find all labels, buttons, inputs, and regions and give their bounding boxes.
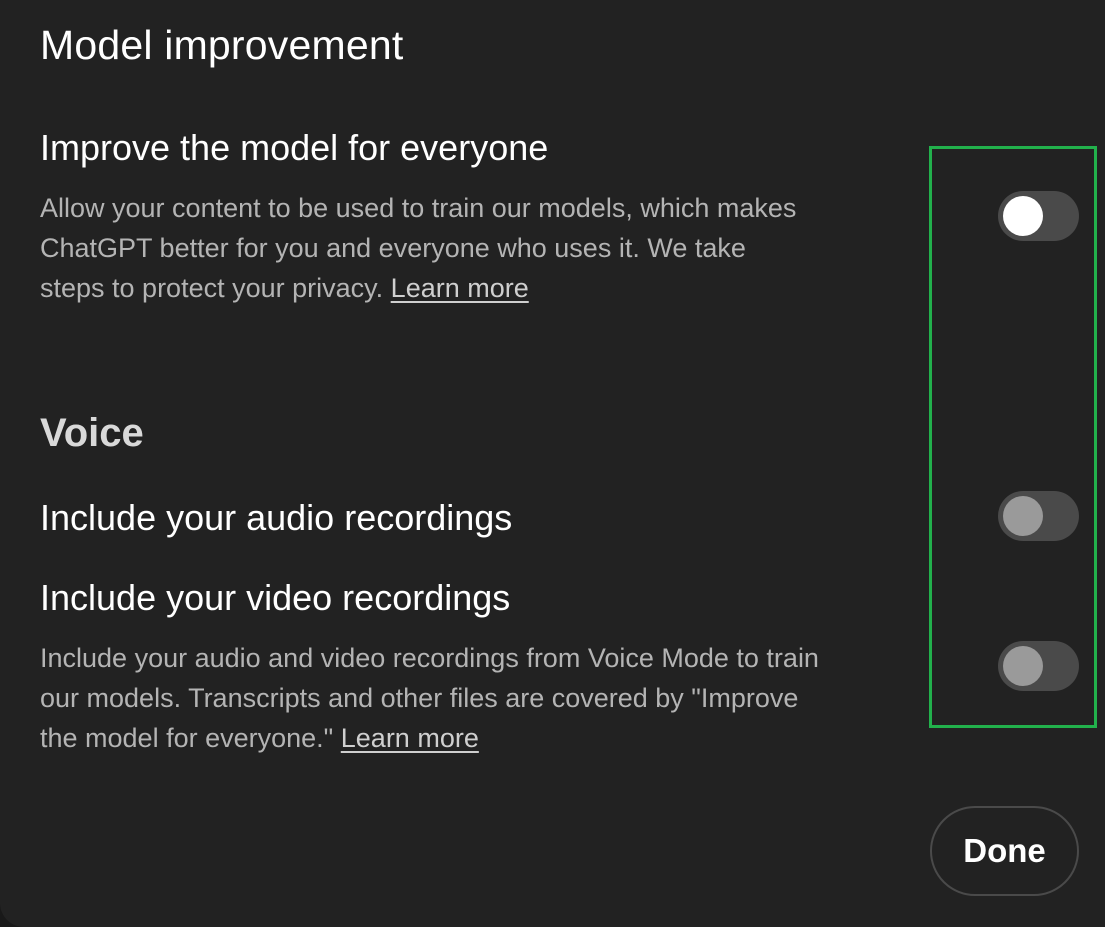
video-recordings-toggle[interactable] [998,641,1079,691]
dialog-title: Model improvement [40,22,404,68]
improve-model-title: Improve the model for everyone [40,127,549,168]
improve-model-toggle[interactable] [998,191,1079,241]
improve-model-description: Allow your content to be used to train o… [40,188,810,308]
audio-recordings-toggle[interactable] [998,491,1079,541]
done-button[interactable]: Done [930,806,1079,896]
model-improvement-dialog: Model improvement Improve the model for … [0,0,1105,927]
audio-toggle-knob [1003,496,1043,536]
improve-learn-more-link[interactable]: Learn more [391,273,529,303]
video-toggle-knob [1003,646,1043,686]
improve-toggle-knob [1003,196,1043,236]
video-learn-more-link[interactable]: Learn more [341,723,479,753]
video-recordings-description: Include your audio and video recordings … [40,638,830,758]
voice-section-title: Voice [40,411,144,455]
audio-recordings-title: Include your audio recordings [40,497,513,538]
video-recordings-title: Include your video recordings [40,577,511,618]
